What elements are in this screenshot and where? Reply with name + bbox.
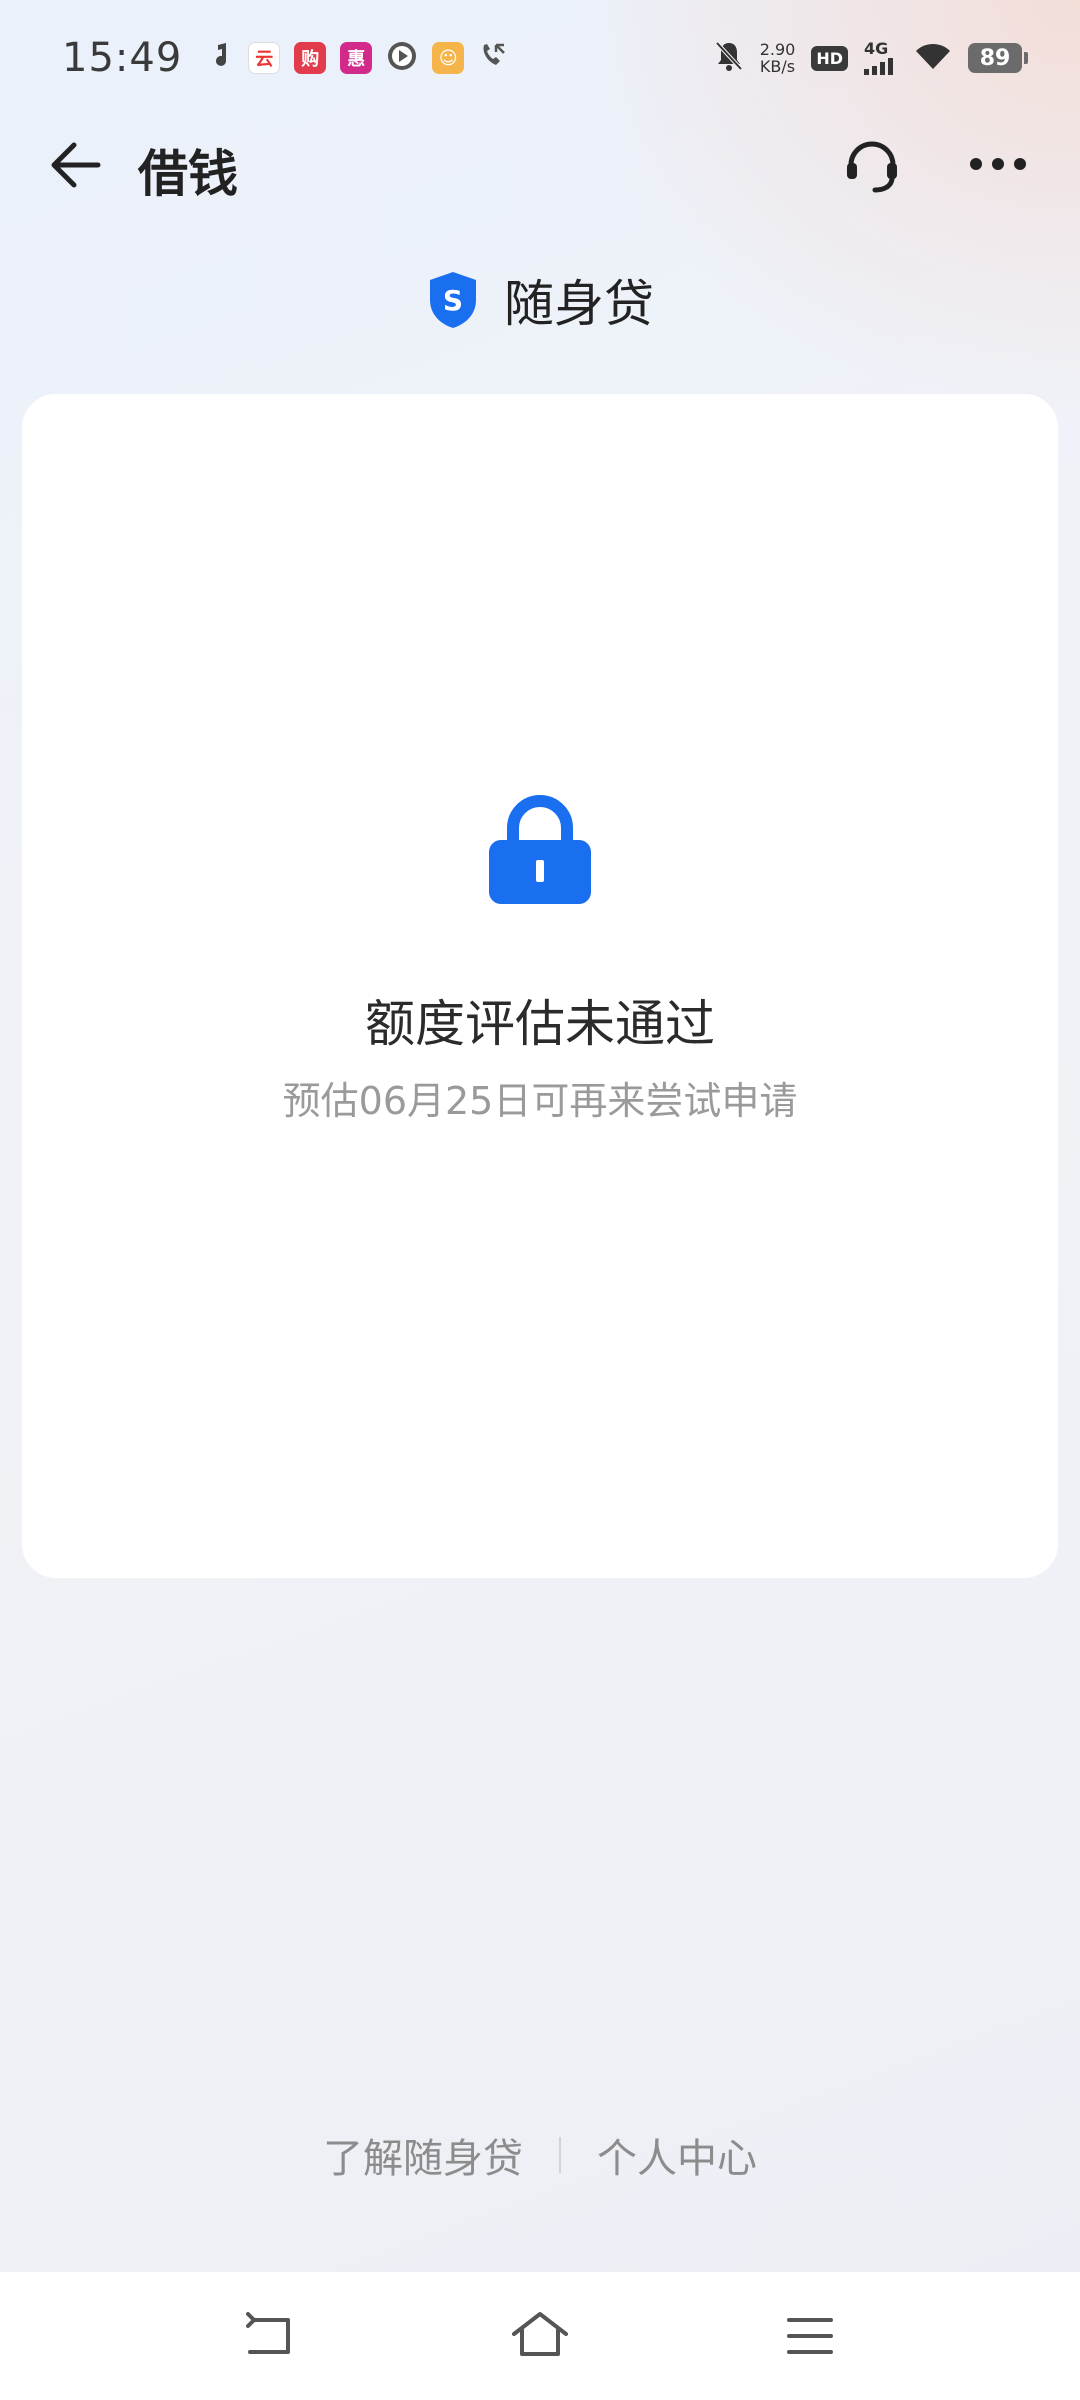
- cellular-signal-icon: 4G: [864, 41, 898, 75]
- lock-icon: [489, 795, 591, 904]
- system-menu-button[interactable]: [770, 2296, 850, 2376]
- cloud-app-icon: 云: [248, 42, 281, 74]
- battery-icon: 89: [968, 43, 1028, 73]
- hd-badge: HD: [811, 45, 848, 71]
- game-app-icon: ☺: [432, 42, 465, 74]
- mute-icon: [714, 40, 744, 76]
- notification-icons: 云 购 惠 ☺: [208, 40, 508, 76]
- personal-center-link[interactable]: 个人中心: [597, 2126, 757, 2184]
- more-icon: [970, 158, 1026, 170]
- result-title: 额度评估未通过: [365, 995, 715, 1053]
- network-type: 4G: [864, 39, 889, 58]
- status-time: 15:49: [62, 35, 183, 81]
- page-title: 借钱: [138, 145, 238, 203]
- deals-app-icon: 惠: [340, 42, 373, 74]
- shopping-app-icon: 购: [294, 42, 327, 74]
- back-button[interactable]: [40, 130, 110, 200]
- about-product-link[interactable]: 了解随身贷: [323, 2126, 523, 2184]
- battery-level: 89: [979, 45, 1011, 71]
- menu-icon: [787, 2318, 833, 2354]
- product-name: 随身贷: [504, 275, 654, 333]
- network-speed-value: 2.90: [759, 40, 796, 59]
- system-home-button[interactable]: [500, 2296, 580, 2376]
- product-header: S 随身贷: [0, 260, 1080, 340]
- system-nav-bar: [0, 2272, 1080, 2400]
- footer-links: 了解随身贷 个人中心: [0, 2120, 1080, 2190]
- system-status: 2.90 KB/s HD 4G 89: [714, 40, 1028, 76]
- nav-bar: 借钱: [0, 116, 1080, 216]
- back-arrow-icon: [51, 142, 101, 188]
- back-icon: [246, 2312, 290, 2354]
- product-logo-letter: S: [443, 284, 463, 317]
- network-speed: 2.90 KB/s: [760, 41, 796, 75]
- customer-service-icon: [847, 141, 897, 193]
- customer-service-button[interactable]: [834, 126, 910, 202]
- result-subtitle: 预估06月25日可再来尝试申请: [282, 1079, 798, 1123]
- more-button[interactable]: [960, 126, 1036, 202]
- video-app-icon: [386, 40, 418, 76]
- system-back-button[interactable]: [230, 2296, 310, 2376]
- missed-call-icon: [478, 41, 508, 75]
- product-logo-icon: S: [430, 272, 476, 328]
- music-notification-icon: [208, 41, 234, 75]
- footer-divider: [559, 2137, 561, 2173]
- status-bar: 15:49 云 购 惠 ☺ 2.90 KB/s HD 4G 89: [0, 0, 1080, 116]
- wifi-icon: [914, 41, 952, 75]
- network-speed-unit: KB/s: [759, 57, 796, 76]
- home-icon: [512, 2312, 568, 2356]
- result-card: 额度评估未通过 预估06月25日可再来尝试申请: [22, 394, 1058, 1578]
